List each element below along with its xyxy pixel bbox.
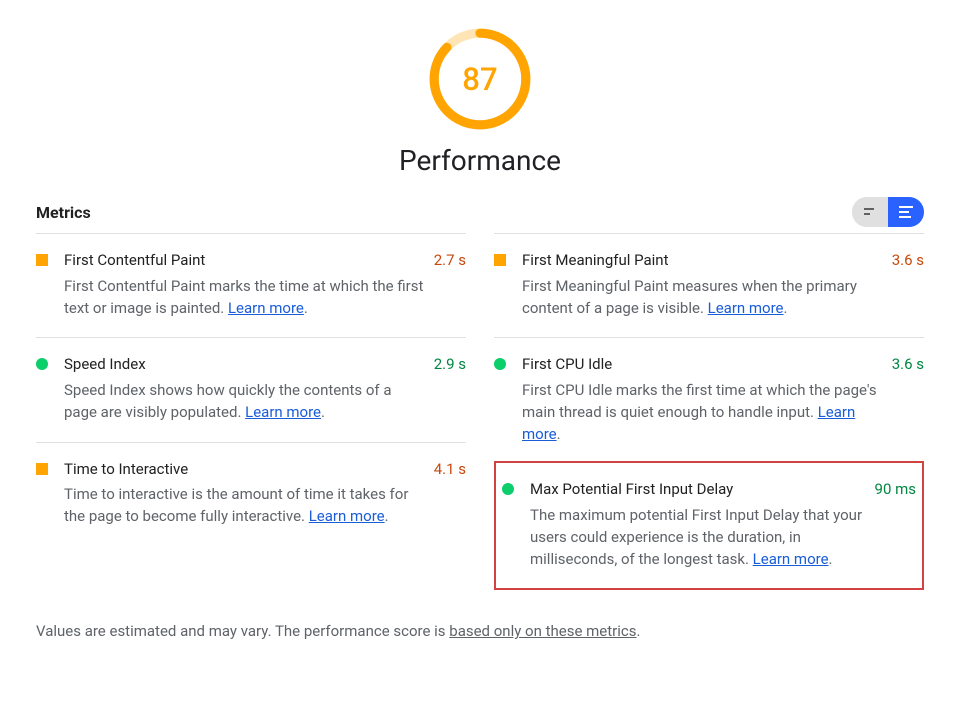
footnote-suffix: . <box>636 622 640 640</box>
metric-body: Time to Interactive Time to interactive i… <box>64 459 426 528</box>
footnote: Values are estimated and may vary. The p… <box>36 608 924 640</box>
metrics-column-right: First Meaningful Paint First Meaningful P… <box>494 233 924 590</box>
metric-card: First Meaningful Paint First Meaningful P… <box>494 233 924 337</box>
metric-name: First Meaningful Paint <box>522 250 884 272</box>
status-indicator <box>494 254 506 266</box>
metric-body: Max Potential First Input Delay The maxim… <box>530 479 867 570</box>
metric-value: 2.9 s <box>434 354 466 423</box>
metric-card: Time to Interactive Time to interactive i… <box>36 442 466 546</box>
metric-value: 3.6 s <box>892 354 924 445</box>
metric-body: First CPU Idle First CPU Idle marks the f… <box>522 354 884 445</box>
metric-name: First CPU Idle <box>522 354 884 376</box>
metric-value: 90 ms <box>875 479 916 570</box>
learn-more-link[interactable]: Learn more <box>309 507 385 525</box>
metric-name: Time to Interactive <box>64 459 426 481</box>
metric-description: First Contentful Paint marks the time at… <box>64 276 426 320</box>
metrics-grid: First Contentful Paint First Contentful P… <box>36 233 924 590</box>
view-toggle-compact[interactable] <box>852 197 888 227</box>
metric-name: First Contentful Paint <box>64 250 426 272</box>
metric-card: First CPU Idle First CPU Idle marks the f… <box>494 337 924 463</box>
footnote-link[interactable]: based only on these metrics <box>449 622 636 640</box>
metric-description-text: First Meaningful Paint measures when the… <box>522 277 857 317</box>
metric-body: First Contentful Paint First Contentful P… <box>64 250 426 319</box>
metric-description: Speed Index shows how quickly the conten… <box>64 380 426 424</box>
metric-description-text: Speed Index shows how quickly the conten… <box>64 381 392 421</box>
status-indicator <box>36 358 48 370</box>
view-toggle[interactable] <box>852 197 924 227</box>
metric-description: First Meaningful Paint measures when the… <box>522 276 884 320</box>
metric-value: 2.7 s <box>434 250 466 319</box>
gauge-score: 87 <box>462 61 497 98</box>
metric-description: Time to interactive is the amount of tim… <box>64 484 426 528</box>
performance-gauge-section: 87 Performance <box>36 24 924 177</box>
metric-body: First Meaningful Paint First Meaningful P… <box>522 250 884 319</box>
metrics-heading: Metrics <box>36 203 91 222</box>
metric-description: First CPU Idle marks the first time at w… <box>522 380 884 445</box>
learn-more-link[interactable]: Learn more <box>708 299 784 317</box>
lines-short-icon <box>862 206 878 218</box>
status-indicator <box>36 463 48 475</box>
metrics-column-left: First Contentful Paint First Contentful P… <box>36 233 466 590</box>
status-indicator <box>36 254 48 266</box>
gauge: 87 <box>425 24 535 134</box>
status-indicator <box>494 358 506 370</box>
lines-long-icon <box>898 205 914 219</box>
metric-card: First Contentful Paint First Contentful P… <box>36 233 466 337</box>
footnote-prefix: Values are estimated and may vary. The p… <box>36 622 449 640</box>
status-indicator <box>502 483 514 495</box>
learn-more-link[interactable]: Learn more <box>753 550 829 568</box>
metric-card: Speed Index Speed Index shows how quickly… <box>36 337 466 441</box>
metric-value: 4.1 s <box>434 459 466 528</box>
learn-more-link[interactable]: Learn more <box>228 299 304 317</box>
metric-value: 3.6 s <box>892 250 924 319</box>
category-title: Performance <box>399 144 561 177</box>
metric-name: Max Potential First Input Delay <box>530 479 867 501</box>
view-toggle-expanded[interactable] <box>888 197 924 227</box>
learn-more-link[interactable]: Learn more <box>245 403 321 421</box>
metric-name: Speed Index <box>64 354 426 376</box>
metric-description: The maximum potential First Input Delay … <box>530 505 867 570</box>
metric-body: Speed Index Speed Index shows how quickly… <box>64 354 426 423</box>
metric-card: Max Potential First Input Delay The maxim… <box>494 461 924 590</box>
